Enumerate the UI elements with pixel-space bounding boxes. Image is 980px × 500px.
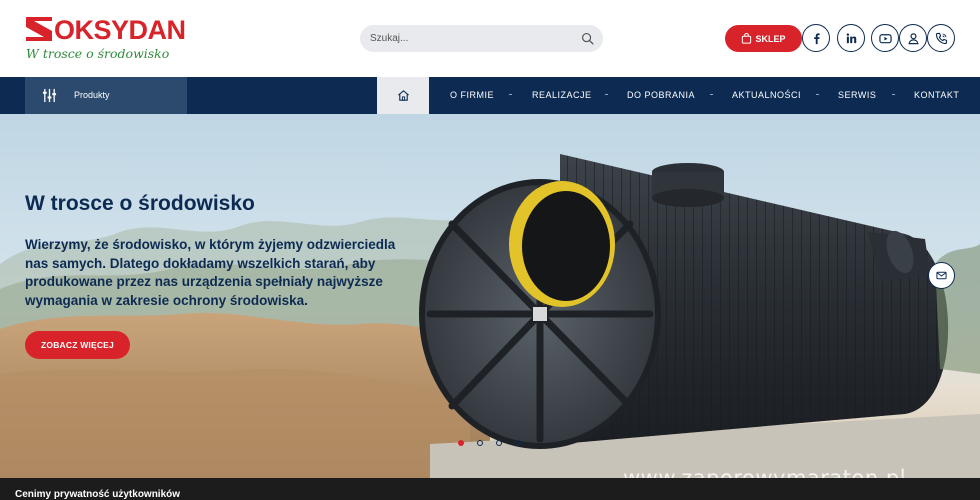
logo-mark-icon xyxy=(26,17,52,41)
cookie-banner-title: Cenimy prywatność użytkowników xyxy=(15,489,181,500)
nav-separator xyxy=(605,94,608,95)
slider-dot[interactable] xyxy=(477,440,483,446)
nav-item-kontakt[interactable]: KONTAKT xyxy=(914,77,959,114)
nav-item-realizacje[interactable]: REALIZACJE xyxy=(532,77,592,114)
slider-dot-active[interactable] xyxy=(458,440,464,446)
user-icon xyxy=(907,32,919,44)
search-box xyxy=(360,25,603,52)
main-nav: Produkty O FIRMIE REALIZACJE DO POBRANIA… xyxy=(0,77,980,114)
hero-slider: W trosce o środowisko Wierzymy, że środo… xyxy=(0,114,980,478)
nav-separator xyxy=(892,94,895,95)
nav-separator xyxy=(816,94,819,95)
products-label: Produkty xyxy=(74,90,110,100)
linkedin-button[interactable] xyxy=(837,24,865,52)
see-more-button[interactable]: ZOBACZ WIĘCEJ xyxy=(25,331,130,359)
linkedin-icon xyxy=(846,32,856,43)
nav-item-aktualnosci[interactable]: AKTUALNOŚCI xyxy=(732,77,801,114)
youtube-button[interactable] xyxy=(871,24,899,52)
logo-name: OKSYDAN xyxy=(54,15,186,45)
phone-button[interactable] xyxy=(927,24,955,52)
home-icon xyxy=(397,90,409,101)
nav-home[interactable] xyxy=(377,77,429,114)
search-input[interactable] xyxy=(370,25,570,52)
user-account-button[interactable] xyxy=(899,24,927,52)
phone-icon xyxy=(935,32,947,44)
nav-item-do-pobrania[interactable]: DO POBRANIA xyxy=(627,77,695,114)
nav-item-o-firmie[interactable]: O FIRMIE xyxy=(450,77,494,114)
logo-tagline: W trosce o środowisko xyxy=(26,46,170,61)
facebook-icon xyxy=(813,32,820,44)
nav-separator xyxy=(710,94,713,95)
slider-dot[interactable] xyxy=(515,440,521,446)
slider-dot[interactable] xyxy=(496,440,502,446)
site-logo[interactable]: OKSYDAN W trosce o środowisko xyxy=(26,15,196,63)
nav-separator xyxy=(509,94,512,95)
shop-label: SKLEP xyxy=(755,33,786,44)
facebook-button[interactable] xyxy=(802,24,830,52)
watermark-text: www.zaporowymaraton.pl xyxy=(623,466,907,478)
shopping-bag-icon xyxy=(742,33,752,44)
sliders-icon xyxy=(42,88,57,103)
nav-item-serwis[interactable]: SERWIS xyxy=(838,77,876,114)
youtube-icon xyxy=(878,33,892,43)
products-menu-button[interactable]: Produkty xyxy=(25,77,187,114)
hero-title: W trosce o środowisko xyxy=(25,192,255,215)
shop-button[interactable]: SKLEP xyxy=(725,25,802,52)
site-header: OKSYDAN W trosce o środowisko SKLEP xyxy=(0,0,980,77)
contact-mail-button[interactable] xyxy=(928,262,955,289)
magnifier-icon[interactable] xyxy=(581,32,594,45)
cookie-banner: Cenimy prywatność użytkowników xyxy=(0,478,980,500)
envelope-icon xyxy=(936,271,947,280)
hero-description: Wierzymy, że środowisko, w którym żyjemy… xyxy=(25,237,396,308)
